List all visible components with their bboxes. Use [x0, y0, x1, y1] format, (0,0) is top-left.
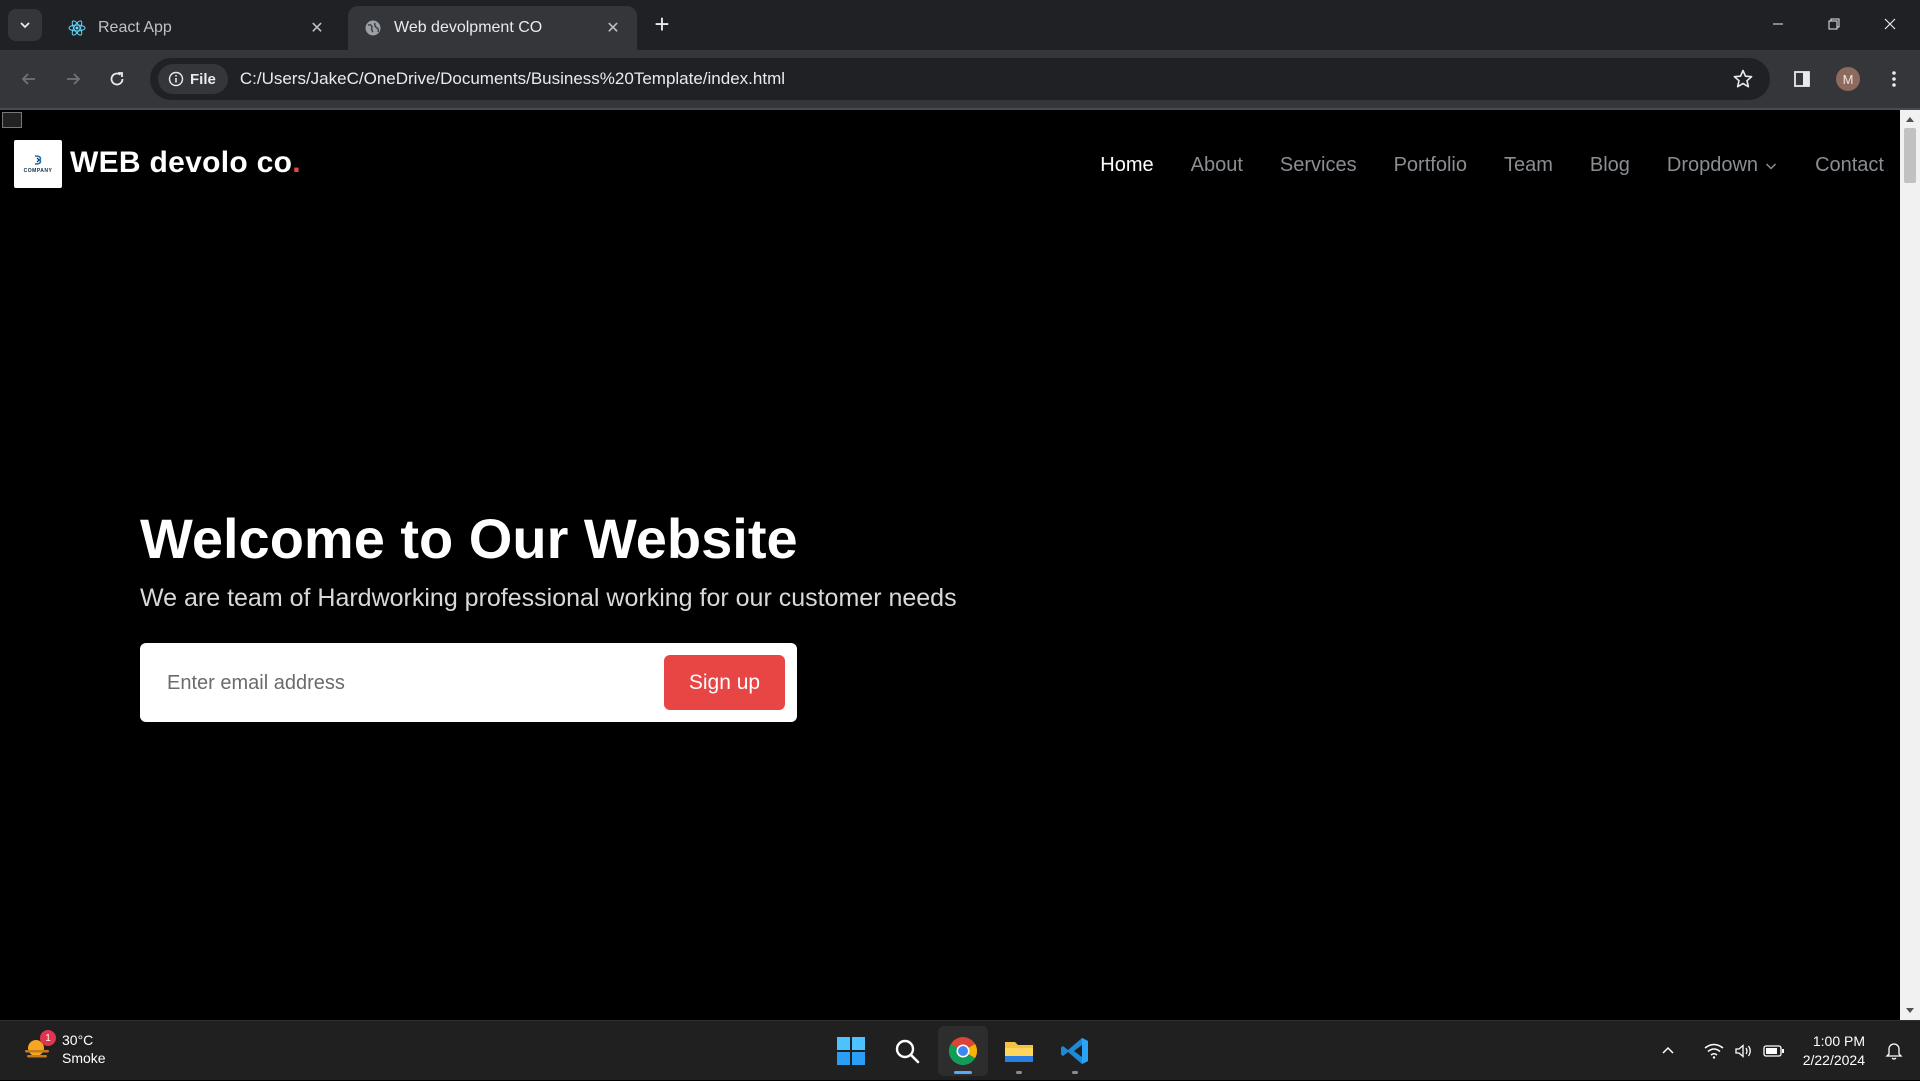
running-app-indicator	[1072, 1071, 1078, 1074]
profile-avatar[interactable]: M	[1836, 67, 1860, 91]
new-tab-button[interactable]: +	[650, 11, 674, 39]
weather-condition: Smoke	[62, 1050, 106, 1066]
page-viewport: COMPANY WEB devolo co. Home About Servic…	[0, 110, 1900, 1020]
weather-sun-haze-icon: 1	[22, 1030, 56, 1064]
taskbar-clock[interactable]: 1:00 PM 2/22/2024	[1803, 1032, 1865, 1070]
notification-bell-icon[interactable]	[1880, 1037, 1908, 1065]
nav-link-contact[interactable]: Contact	[1815, 154, 1884, 177]
chevron-up-icon	[1662, 1046, 1674, 1054]
battery-icon[interactable]	[1760, 1037, 1788, 1065]
browser-toolbar: File C:/Users/JakeC/OneDrive/Documents/B…	[0, 50, 1920, 108]
nav-link-blog[interactable]: Blog	[1590, 154, 1630, 177]
windows-start-icon	[837, 1037, 865, 1065]
reload-icon	[110, 72, 124, 86]
chevron-down-icon	[1766, 162, 1777, 170]
site-brand[interactable]: WEB devolo co.	[70, 146, 301, 180]
show-hidden-icons-button[interactable]	[1654, 1037, 1682, 1065]
arrow-right-icon	[67, 73, 81, 85]
weather-temperature: 30°C	[62, 1032, 94, 1048]
nav-link-team[interactable]: Team	[1504, 154, 1553, 177]
logo-mark-icon	[34, 155, 42, 165]
minimize-icon	[1773, 23, 1783, 25]
system-tray: 1:00 PM 2/22/2024	[1653, 1021, 1920, 1081]
side-panel-icon	[1794, 71, 1810, 87]
broken-image-icon	[2, 112, 22, 128]
weather-badge: 1	[40, 1030, 56, 1046]
brand-dot: .	[292, 146, 301, 179]
browser-menu-button[interactable]	[1880, 65, 1908, 93]
email-input[interactable]	[167, 665, 647, 701]
scroll-up-icon[interactable]	[1905, 114, 1915, 124]
taskbar-vscode[interactable]	[1050, 1026, 1100, 1076]
info-icon	[168, 71, 184, 87]
clock-time: 1:00 PM	[1812, 1033, 1865, 1049]
running-app-indicator	[1016, 1071, 1022, 1074]
page-scrollbar[interactable]	[1900, 110, 1920, 1020]
signup-button[interactable]: Sign up	[664, 655, 785, 710]
restore-button[interactable]	[1806, 0, 1862, 48]
hero-title: Welcome to Our Website	[140, 507, 798, 570]
more-vertical-icon	[1892, 71, 1896, 87]
taskbar-apps	[826, 1026, 1100, 1076]
tab-title: Web devolpment CO	[394, 19, 543, 36]
close-icon	[1884, 18, 1896, 30]
close-window-button[interactable]	[1862, 0, 1918, 48]
url-text[interactable]: C:/Users/JakeC/OneDrive/Documents/Busine…	[240, 69, 785, 89]
clock-date: 2/22/2024	[1802, 1052, 1865, 1068]
taskbar-file-explorer[interactable]	[994, 1026, 1044, 1076]
brand-name: WEB devolo co	[70, 146, 293, 179]
file-explorer-icon	[1005, 1042, 1033, 1062]
search-icon	[895, 1039, 920, 1064]
minimize-button[interactable]	[1750, 0, 1806, 48]
taskbar-chrome[interactable]	[938, 1026, 988, 1076]
side-panel-button[interactable]	[1788, 65, 1816, 93]
reload-button[interactable]	[102, 64, 132, 94]
back-button[interactable]	[14, 64, 44, 94]
nav-link-services[interactable]: Services	[1280, 154, 1357, 177]
newsletter-form: Sign up	[140, 643, 797, 722]
restore-icon	[1828, 18, 1840, 30]
nav-link-about[interactable]: About	[1191, 154, 1243, 177]
scheme-label: File	[190, 70, 216, 88]
wifi-icon[interactable]	[1700, 1037, 1728, 1065]
globe-icon	[364, 19, 382, 37]
nav-link-home[interactable]: Home	[1100, 154, 1153, 177]
main-nav: Home About Services Portfolio Team Blog …	[1100, 154, 1884, 177]
company-logo[interactable]: COMPANY	[14, 140, 62, 188]
weather-widget[interactable]: 1 30°C Smoke	[22, 1030, 106, 1067]
close-icon[interactable]: ✕	[603, 18, 623, 38]
nav-dropdown[interactable]: Dropdown	[1667, 154, 1778, 177]
scroll-down-icon[interactable]	[1905, 1006, 1915, 1016]
chevron-down-icon	[20, 22, 30, 29]
volume-icon[interactable]	[1730, 1037, 1758, 1065]
react-icon	[68, 19, 86, 37]
forward-button[interactable]	[58, 64, 88, 94]
tab-search-button[interactable]	[8, 9, 42, 41]
chrome-icon	[949, 1037, 977, 1065]
vscode-icon	[1061, 1038, 1088, 1064]
browser-tab-strip: React App ✕ Web devolpment CO ✕ +	[0, 0, 1920, 50]
scrollbar-thumb[interactable]	[1904, 128, 1916, 183]
nav-dropdown-label: Dropdown	[1666, 154, 1759, 176]
taskbar-search-button[interactable]	[882, 1026, 932, 1076]
active-app-indicator	[954, 1071, 972, 1074]
tab-title: React App	[98, 19, 172, 36]
logo-text: COMPANY	[23, 168, 53, 174]
tab-react-app[interactable]: React App ✕	[52, 6, 341, 50]
nav-link-portfolio[interactable]: Portfolio	[1394, 154, 1467, 177]
tab-web-devolpment[interactable]: Web devolpment CO ✕	[348, 6, 637, 50]
hero-subtitle: We are team of Hardworking professional …	[140, 584, 957, 612]
bookmark-star-icon[interactable]	[1732, 68, 1754, 90]
windows-taskbar: 1 30°C Smoke 1:00 PM 2/22/2024	[0, 1020, 1920, 1080]
address-bar[interactable]: File C:/Users/JakeC/OneDrive/Documents/B…	[150, 58, 1770, 100]
start-button[interactable]	[826, 1026, 876, 1076]
site-info-chip[interactable]: File	[158, 64, 228, 94]
close-icon[interactable]: ✕	[307, 18, 327, 38]
arrow-left-icon	[21, 73, 35, 85]
